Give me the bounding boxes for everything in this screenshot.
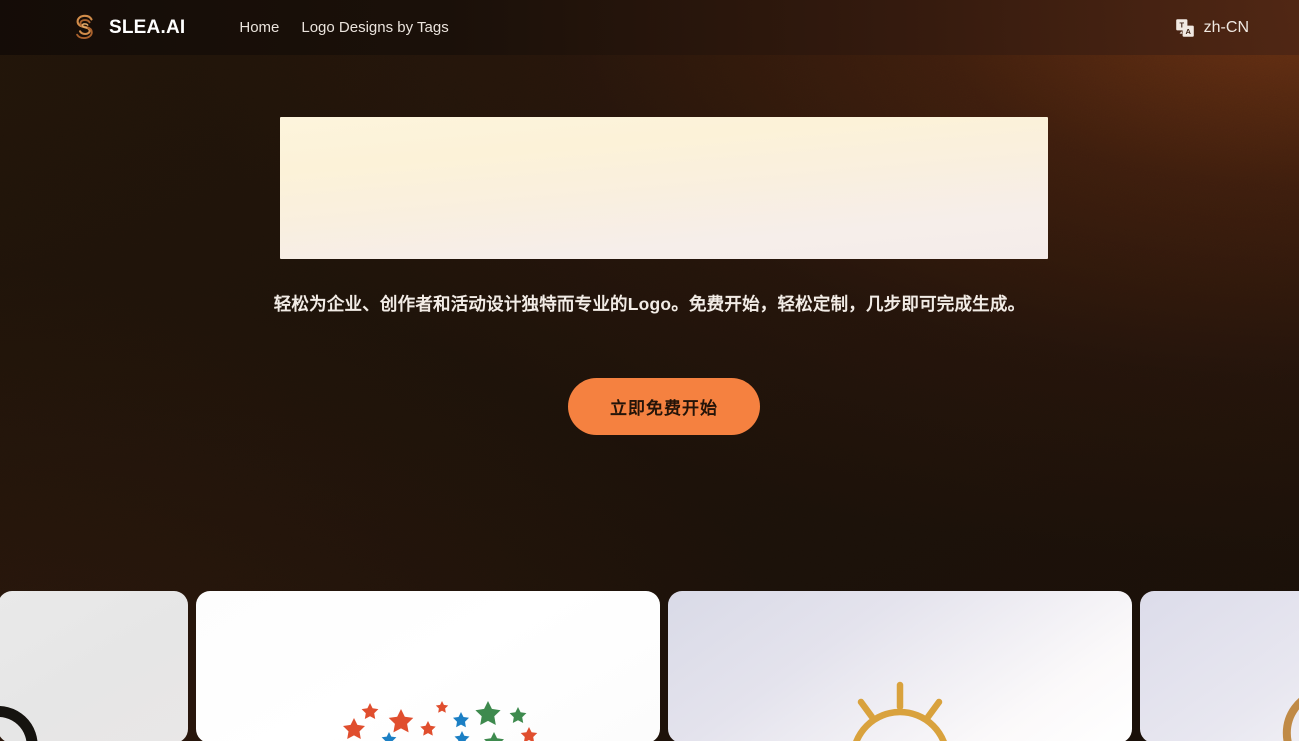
main-navigation: Home Logo Designs by Tags	[239, 19, 448, 36]
colorful-star-cluster-logo-art	[343, 701, 538, 741]
page-title	[280, 117, 1048, 259]
nav-link-home[interactable]: Home	[239, 19, 279, 36]
showcase-card[interactable]	[668, 591, 1132, 741]
showcase-card[interactable]	[196, 591, 660, 741]
page-root: SLEA.AI Home Logo Designs by Tags T A zh…	[0, 0, 1299, 741]
site-header: SLEA.AI Home Logo Designs by Tags T A zh…	[0, 0, 1299, 55]
translate-icon: T A	[1175, 18, 1194, 37]
hero-subtitle: 轻松为企业、创作者和活动设计独特而专业的Logo。免费开始，轻松定制，几步即可完…	[273, 294, 1026, 314]
logo-showcase-carousel[interactable]	[0, 591, 1299, 741]
showcase-card[interactable]	[1140, 591, 1299, 741]
slea-s-logo-icon	[76, 14, 93, 39]
svg-text:A: A	[1185, 27, 1191, 36]
brand-logo[interactable]: SLEA.AI	[70, 13, 185, 43]
golden-crescent-logo-art	[1282, 698, 1299, 741]
showcase-card[interactable]	[0, 591, 188, 741]
language-switcher[interactable]: T A zh-CN	[1175, 18, 1249, 38]
language-label: zh-CN	[1203, 18, 1249, 36]
start-free-button[interactable]: 立即免费开始	[568, 378, 760, 435]
dark-crescent-logo-art	[0, 706, 38, 741]
nav-link-logo-designs-by-tags[interactable]: Logo Designs by Tags	[301, 19, 448, 36]
golden-sun-logo-art	[853, 681, 947, 741]
brand-name: SLEA.AI	[109, 16, 186, 38]
